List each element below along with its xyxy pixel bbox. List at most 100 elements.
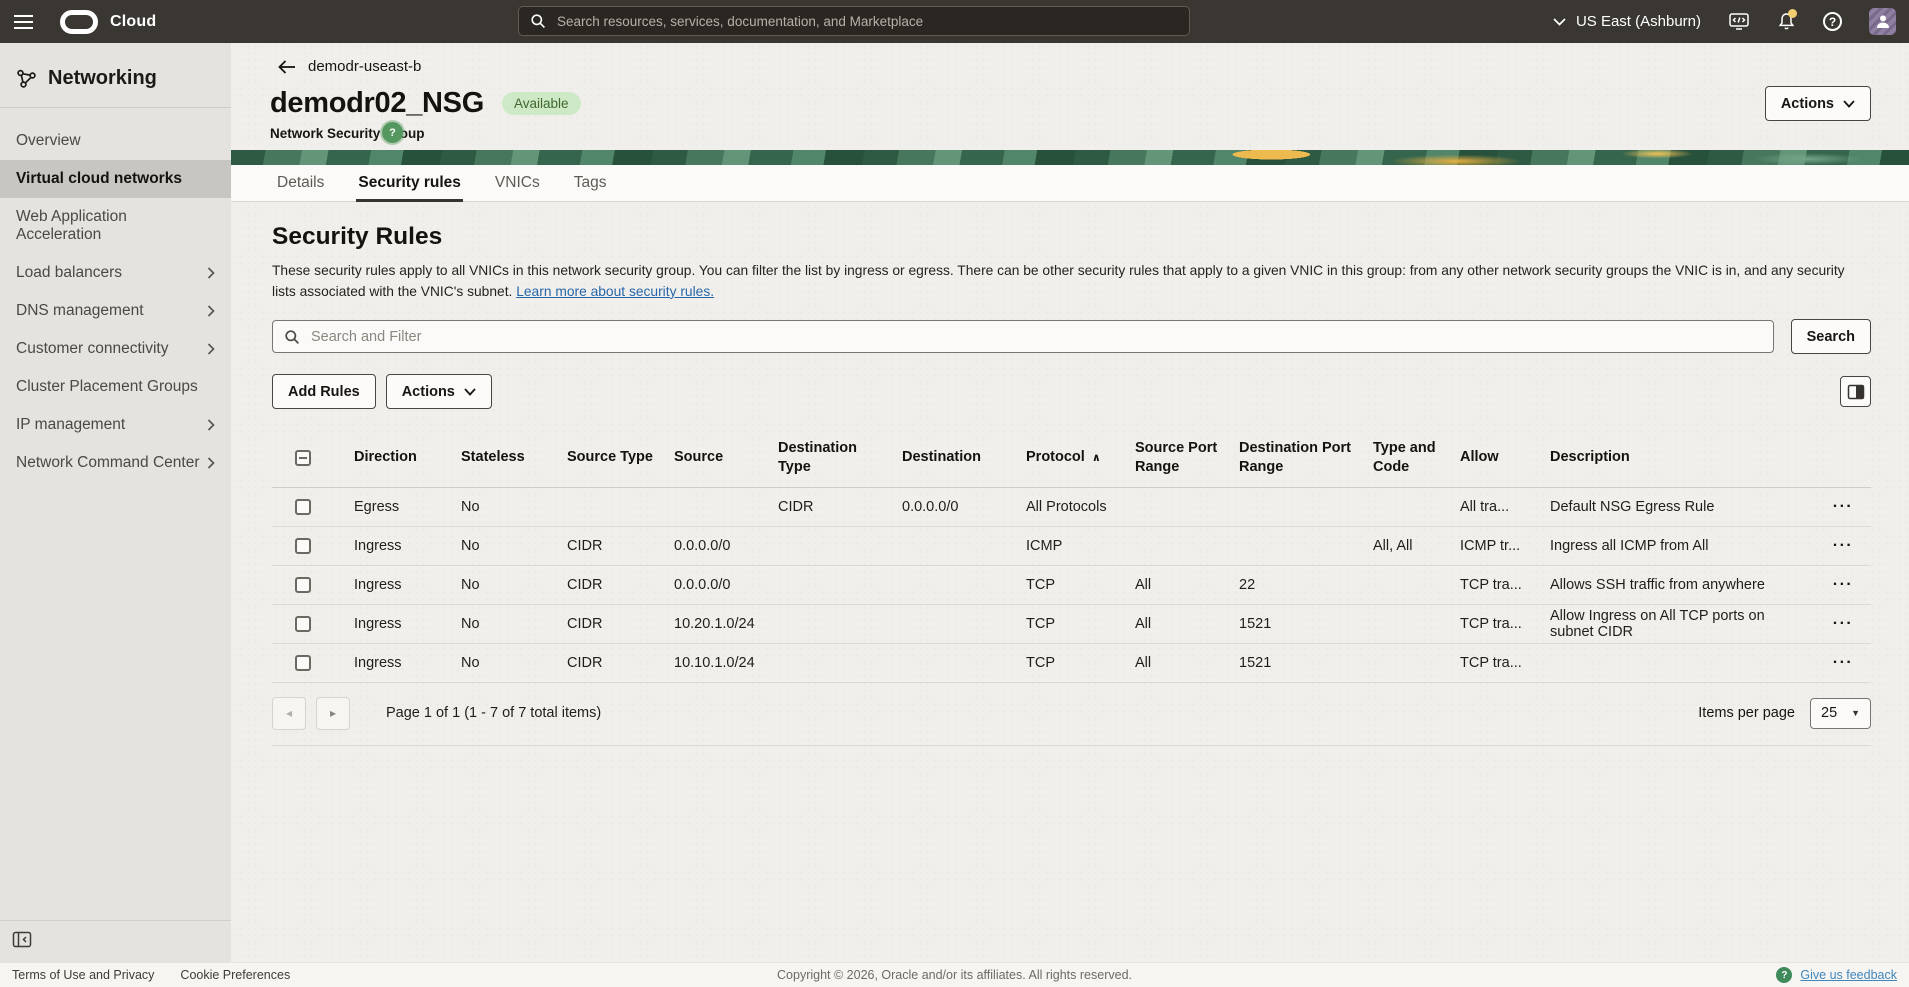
guided-help-icon[interactable]: ? — [382, 122, 403, 143]
column-header-source[interactable]: Source — [674, 448, 778, 466]
sidebar-item-cluster-placement-groups[interactable]: Cluster Placement Groups — [0, 368, 231, 406]
tab-security-rules[interactable]: Security rules — [356, 165, 463, 202]
column-header-label: Description — [1550, 449, 1630, 465]
global-search-input[interactable] — [555, 13, 1178, 30]
row-actions-menu-icon[interactable]: ··· — [1833, 499, 1853, 515]
row-checkbox[interactable] — [295, 655, 311, 671]
previous-page-button[interactable]: ◂ — [272, 697, 306, 730]
sidebar-title: Networking — [48, 67, 157, 90]
chevron-right-icon — [207, 343, 215, 355]
copyright-text: Copyright © 2026, Oracle and/or its affi… — [777, 968, 1132, 982]
table-row: IngressNoCIDR0.0.0.0/0TCPAll22TCP tra...… — [272, 566, 1871, 605]
sidebar-item-virtual-cloud-networks[interactable]: Virtual cloud networks — [0, 160, 231, 198]
table-cell: No — [461, 655, 567, 671]
tab-vnics[interactable]: VNICs — [493, 165, 542, 202]
table-row: IngressNoCIDR10.10.1.0/24TCPAll1521TCP t… — [272, 644, 1871, 683]
search-icon — [284, 329, 300, 345]
feedback-link[interactable]: Give us feedback — [1800, 968, 1897, 982]
region-label: US East (Ashburn) — [1576, 13, 1701, 30]
hamburger-menu-icon[interactable] — [0, 0, 46, 43]
table-cell: 0.0.0.0/0 — [674, 538, 778, 554]
sidebar-item-network-command-center[interactable]: Network Command Center — [0, 444, 231, 482]
filter-input[interactable] — [309, 328, 1762, 346]
column-header-destination[interactable]: Destination — [902, 448, 1026, 466]
row-actions-menu-icon[interactable]: ··· — [1833, 655, 1853, 671]
help-icon[interactable]: ? — [1823, 12, 1842, 31]
row-checkbox[interactable] — [295, 577, 311, 593]
column-settings-button[interactable] — [1840, 376, 1871, 407]
back-arrow-icon — [278, 60, 296, 74]
items-per-page-label: Items per page — [1698, 705, 1795, 721]
chevron-down-icon — [1553, 18, 1566, 26]
brand-name: Cloud — [110, 13, 156, 31]
oracle-logo-icon — [60, 10, 98, 34]
column-header-stateless[interactable]: Stateless — [461, 448, 567, 466]
column-header-destination-port-range[interactable]: Destination Port Range — [1239, 439, 1373, 475]
section-description: These security rules apply to all VNICs … — [272, 261, 1871, 302]
brand[interactable]: Cloud — [60, 10, 156, 34]
table-cell: Ingress all ICMP from All — [1550, 538, 1815, 554]
table-cell: CIDR — [567, 655, 674, 671]
search-button[interactable]: Search — [1791, 319, 1871, 354]
table-cell: Default NSG Egress Rule — [1550, 499, 1815, 515]
pagination-text: Page 1 of 1 (1 - 7 of 7 total items) — [386, 705, 601, 721]
column-header-direction[interactable]: Direction — [354, 448, 461, 466]
chevron-right-icon — [207, 419, 215, 431]
row-checkbox[interactable] — [295, 616, 311, 632]
items-per-page-select[interactable]: 25 ▼ — [1810, 698, 1871, 729]
row-actions-cell: ··· — [1815, 655, 1871, 671]
table-row: IngressNoCIDR0.0.0.0/0ICMPAll, AllICMP t… — [272, 527, 1871, 566]
row-actions-menu-icon[interactable]: ··· — [1833, 577, 1853, 593]
breadcrumb: demodr-useast-b — [278, 58, 1871, 75]
breadcrumb-parent-link[interactable]: demodr-useast-b — [308, 58, 421, 75]
sidebar-item-label: Load balancers — [16, 264, 122, 282]
sidebar-item-label: Web Application Acceleration — [16, 208, 215, 244]
actions-label: Actions — [1781, 96, 1834, 112]
row-checkbox[interactable] — [295, 499, 311, 515]
column-header-destination-type[interactable]: Destination Type — [778, 439, 902, 475]
row-checkbox[interactable] — [295, 538, 311, 554]
cookie-preferences-link[interactable]: Cookie Preferences — [180, 968, 290, 982]
region-selector[interactable]: US East (Ashburn) — [1553, 13, 1701, 30]
sidebar-item-load-balancers[interactable]: Load balancers — [0, 254, 231, 292]
filter-box[interactable] — [272, 320, 1774, 353]
column-header-description[interactable]: Description — [1550, 448, 1815, 466]
person-icon — [1876, 14, 1890, 29]
table-cell: 10.20.1.0/24 — [674, 616, 778, 632]
row-actions-menu-icon[interactable]: ··· — [1833, 616, 1853, 632]
notifications-bell-icon[interactable] — [1777, 12, 1796, 31]
select-all-checkbox[interactable] — [295, 450, 311, 466]
row-actions-menu-icon[interactable]: ··· — [1833, 538, 1853, 554]
sidebar-item-web-application-acceleration[interactable]: Web Application Acceleration — [0, 198, 231, 254]
column-header-label: Destination Type — [778, 440, 857, 474]
feedback-help-icon: ? — [1776, 967, 1792, 983]
column-header-source-type[interactable]: Source Type — [567, 448, 674, 466]
row-checkbox-cell — [272, 499, 354, 515]
sidebar-item-label: IP management — [16, 416, 125, 434]
table-actions-button[interactable]: Actions — [386, 374, 492, 409]
tab-details[interactable]: Details — [275, 165, 326, 202]
cloud-shell-icon[interactable] — [1728, 12, 1750, 31]
column-header-protocol[interactable]: Protocol∧ — [1026, 448, 1135, 466]
sidebar-item-dns-management[interactable]: DNS management — [0, 292, 231, 330]
global-search[interactable] — [518, 6, 1190, 36]
back-button[interactable] — [278, 60, 296, 74]
next-page-button[interactable]: ▸ — [316, 697, 350, 730]
sidebar-item-customer-connectivity[interactable]: Customer connectivity — [0, 330, 231, 368]
table-cell: Ingress — [354, 616, 461, 632]
column-header-allow[interactable]: Allow — [1460, 448, 1550, 466]
sidebar-item-ip-management[interactable]: IP management — [0, 406, 231, 444]
learn-more-link[interactable]: Learn more about security rules. — [516, 284, 714, 299]
select-all-checkbox-cell — [272, 450, 354, 466]
header-actions-button[interactable]: Actions — [1765, 86, 1871, 121]
column-header-label: Allow — [1460, 449, 1499, 465]
sidebar-item-overview[interactable]: Overview — [0, 122, 231, 160]
column-header-source-port-range[interactable]: Source Port Range — [1135, 439, 1239, 475]
terms-link[interactable]: Terms of Use and Privacy — [12, 968, 154, 982]
tab-tags[interactable]: Tags — [572, 165, 609, 202]
sidebar-collapse-button[interactable] — [10, 929, 34, 950]
user-avatar[interactable] — [1869, 8, 1896, 35]
column-header-type-and-code[interactable]: Type and Code — [1373, 439, 1460, 475]
add-rules-button[interactable]: Add Rules — [272, 374, 376, 409]
row-actions-cell: ··· — [1815, 499, 1871, 515]
